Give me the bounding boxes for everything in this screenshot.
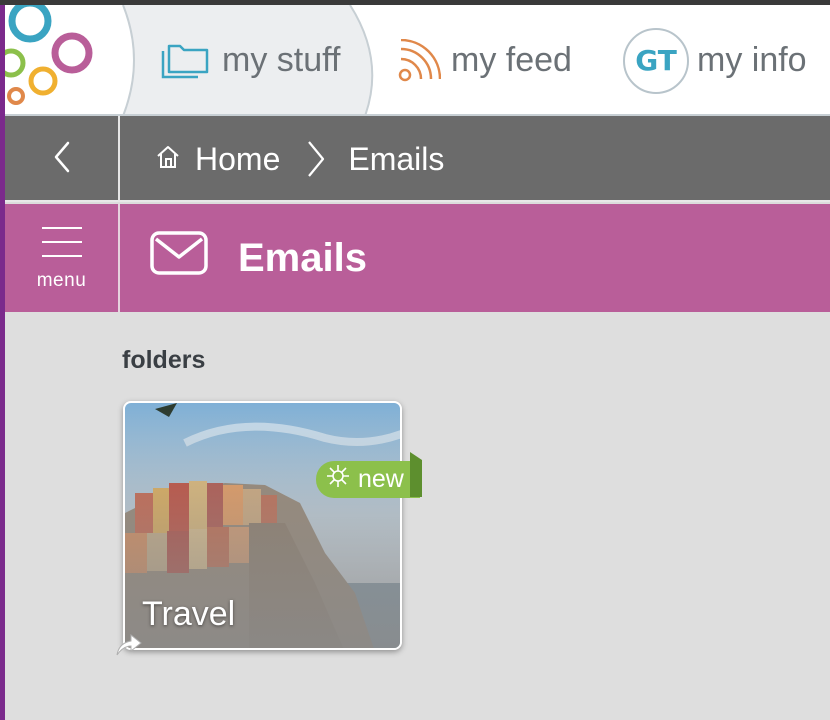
breadcrumb-home[interactable]: Home	[155, 141, 280, 178]
page-title-text: Emails	[238, 235, 367, 280]
folders-icon	[160, 41, 212, 81]
breadcrumb-bar: Home Emails	[5, 116, 830, 202]
chevron-left-icon	[52, 140, 72, 179]
envelope-icon	[150, 231, 238, 285]
folder-thumbnail: Travel	[123, 401, 402, 650]
chevron-right-icon	[306, 139, 326, 179]
shortcut-arrow-icon	[113, 629, 143, 664]
tab-label: my stuff	[222, 41, 341, 79]
top-navigation: my stuff my feed GT my info	[5, 5, 830, 116]
tab-label: my info	[697, 41, 807, 79]
window-top-edge	[0, 0, 830, 5]
tab-my-feed[interactable]: my feed	[397, 5, 572, 114]
window-left-edge	[0, 0, 5, 720]
breadcrumb-current: Emails	[348, 140, 445, 177]
breadcrumb-home-label: Home	[195, 140, 281, 177]
tab-my-info[interactable]: GT my info	[623, 5, 807, 114]
folder-name: Travel	[142, 595, 236, 633]
tab-label: my feed	[451, 41, 572, 79]
page-header: menu Emails	[5, 204, 830, 312]
menu-label: menu	[36, 269, 87, 291]
sparkle-icon	[326, 464, 358, 495]
main-content: folders Travel new	[5, 312, 830, 720]
folder-card-travel[interactable]: Travel new	[116, 401, 420, 656]
back-button[interactable]	[5, 116, 120, 202]
rss-feed-icon	[397, 38, 441, 83]
menu-button[interactable]: menu	[5, 204, 120, 312]
new-badge: new	[316, 461, 420, 498]
tab-my-stuff[interactable]: my stuff	[160, 5, 341, 114]
page-title: Emails	[150, 204, 367, 312]
folders-section-label: folders	[122, 346, 206, 374]
badge-ribbon-fold	[410, 452, 422, 497]
breadcrumb: Home Emails	[155, 116, 444, 202]
home-icon	[155, 141, 195, 178]
new-badge-label: new	[358, 465, 404, 493]
avatar: GT	[623, 27, 689, 94]
hamburger-icon	[40, 225, 84, 264]
